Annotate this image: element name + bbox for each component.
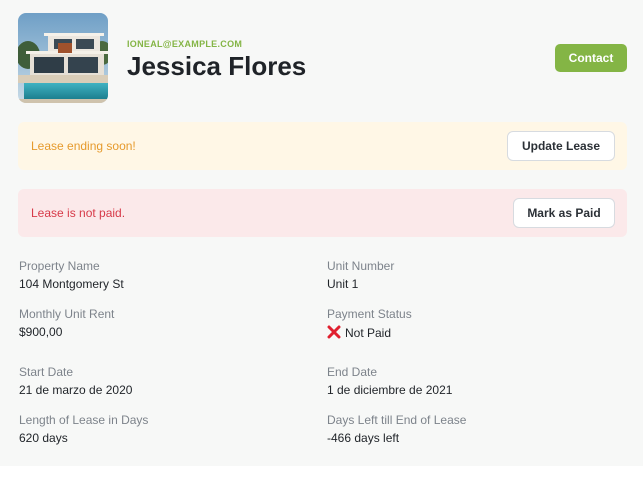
lease-ending-alert: Lease ending soon! Update Lease xyxy=(18,122,627,170)
lease-unpaid-text: Lease is not paid. xyxy=(31,206,126,220)
payment-status-field: Payment Status Not Paid xyxy=(327,307,412,340)
property-name-field: Property Name 104 Montgomery St xyxy=(19,259,124,291)
end-date-label: End Date xyxy=(327,365,378,379)
monthly-rent-value: $900,00 xyxy=(19,325,63,339)
lease-ending-text: Lease ending soon! xyxy=(31,139,136,153)
unit-number-label: Unit Number xyxy=(327,259,395,273)
house-photo-icon xyxy=(18,13,108,103)
monthly-rent-label: Monthly Unit Rent xyxy=(19,307,115,321)
tenant-card: IONEAL@EXAMPLE.COM Jessica Flores Contac… xyxy=(0,0,643,466)
update-lease-button[interactable]: Update Lease xyxy=(507,131,615,161)
x-icon xyxy=(327,325,341,339)
monthly-rent-field: Monthly Unit Rent $900,00 xyxy=(19,307,114,339)
days-left-value: -466 days left xyxy=(327,431,400,445)
property-name-label: Property Name xyxy=(19,259,100,273)
lease-length-field: Length of Lease in Days 620 days xyxy=(19,413,148,445)
end-date-field: End Date 1 de diciembre de 2021 xyxy=(327,365,452,397)
payment-status-value: Not Paid xyxy=(345,326,392,340)
start-date-field: Start Date 21 de marzo de 2020 xyxy=(19,365,132,397)
days-left-label: Days Left till End of Lease xyxy=(327,413,467,427)
unit-number-field: Unit Number Unit 1 xyxy=(327,259,394,291)
contact-button[interactable]: Contact xyxy=(555,44,627,72)
lease-length-label: Length of Lease in Days xyxy=(19,413,149,427)
property-thumbnail xyxy=(18,13,108,103)
tenant-name: Jessica Flores xyxy=(127,51,307,81)
start-date-label: Start Date xyxy=(19,365,74,379)
lease-unpaid-alert: Lease is not paid. Mark as Paid xyxy=(18,189,627,237)
payment-status-label: Payment Status xyxy=(327,307,412,321)
lease-length-value: 620 days xyxy=(19,431,68,445)
unit-number-value: Unit 1 xyxy=(327,277,359,291)
days-left-field: Days Left till End of Lease -466 days le… xyxy=(327,413,466,445)
tenant-email: IONEAL@EXAMPLE.COM xyxy=(127,39,243,49)
property-name-value: 104 Montgomery St xyxy=(19,277,124,291)
end-date-value: 1 de diciembre de 2021 xyxy=(327,383,453,397)
payment-status-value-row: Not Paid xyxy=(327,325,412,340)
mark-as-paid-button[interactable]: Mark as Paid xyxy=(513,198,615,228)
start-date-value: 21 de marzo de 2020 xyxy=(19,383,133,397)
